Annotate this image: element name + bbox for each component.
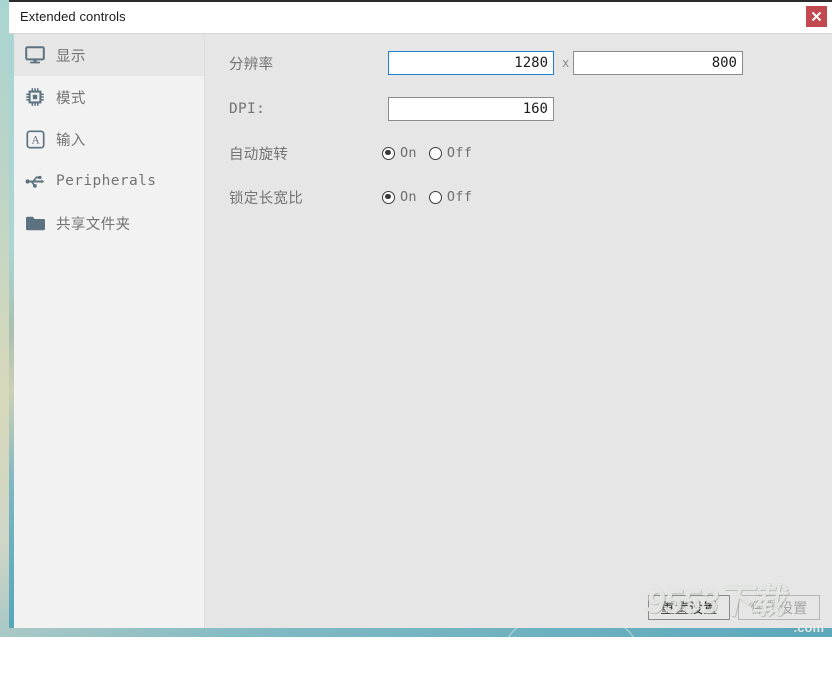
resolution-label: 分辨率 [229,53,273,74]
lock-aspect-ratio-row: 锁定长宽比 On Off [205,182,832,212]
usb-icon [14,174,56,189]
radio-mark [429,191,442,204]
radio-label: On [400,189,417,205]
extended-controls-window: Extended controls 显示 [9,0,832,628]
sidebar-item-input[interactable]: A 输入 [14,118,204,160]
radio-mark [429,147,442,160]
close-button[interactable] [806,6,827,27]
sidebar-navigation: 显示 模式 [14,34,205,628]
cpu-chip-icon [14,87,56,107]
dpi-row: DPI: [205,94,832,124]
svg-text:A: A [30,134,39,146]
resolution-separator: x [562,56,569,70]
lock-aspect-off-radio[interactable]: Off [429,189,472,205]
auto-rotate-radio-group: On Off [382,145,472,161]
window-body: 显示 模式 [9,34,832,628]
monitor-icon [14,46,56,64]
dpi-input[interactable] [388,97,554,121]
radio-label: Off [447,189,472,205]
sidebar-item-label: 模式 [56,87,86,108]
lock-aspect-ratio-label: 锁定长宽比 [229,187,303,208]
resolution-row: 分辨率 x [205,48,832,78]
sidebar-item-shared-folders[interactable]: 共享文件夹 [14,202,204,244]
folder-icon [14,215,56,232]
display-settings-panel: 分辨率 x DPI: 自动旋转 On [205,34,832,628]
radio-mark [382,191,395,204]
lock-aspect-ratio-radio-group: On Off [382,189,472,205]
sidebar-item-label: 输入 [56,129,86,150]
footer-button-bar: 重置设置 保存设置 [648,595,820,620]
radio-mark [382,147,395,160]
reset-settings-button[interactable]: 重置设置 [648,595,730,620]
sidebar-item-label: 共享文件夹 [56,213,131,234]
lock-aspect-on-radio[interactable]: On [382,189,417,205]
sidebar-item-display[interactable]: 显示 [14,34,204,76]
resolution-width-input[interactable] [388,51,554,75]
save-settings-button[interactable]: 保存设置 [738,595,820,620]
dpi-label: DPI: [229,101,265,117]
radio-label: On [400,145,417,161]
window-title: Extended controls [20,9,126,24]
window-titlebar[interactable]: Extended controls [9,2,832,34]
resolution-height-input[interactable] [573,51,743,75]
sidebar-item-label: 显示 [56,45,86,66]
auto-rotate-row: 自动旋转 On Off [205,138,832,168]
auto-rotate-off-radio[interactable]: Off [429,145,472,161]
auto-rotate-label: 自动旋转 [229,143,288,164]
close-x-icon [811,11,822,22]
auto-rotate-on-radio[interactable]: On [382,145,417,161]
sidebar-item-label: Peripherals [56,173,156,189]
sidebar-item-mode[interactable]: 模式 [14,76,204,118]
radio-label: Off [447,145,472,161]
sidebar-item-peripherals[interactable]: Peripherals [14,160,204,202]
keyboard-a-icon: A [14,130,56,149]
